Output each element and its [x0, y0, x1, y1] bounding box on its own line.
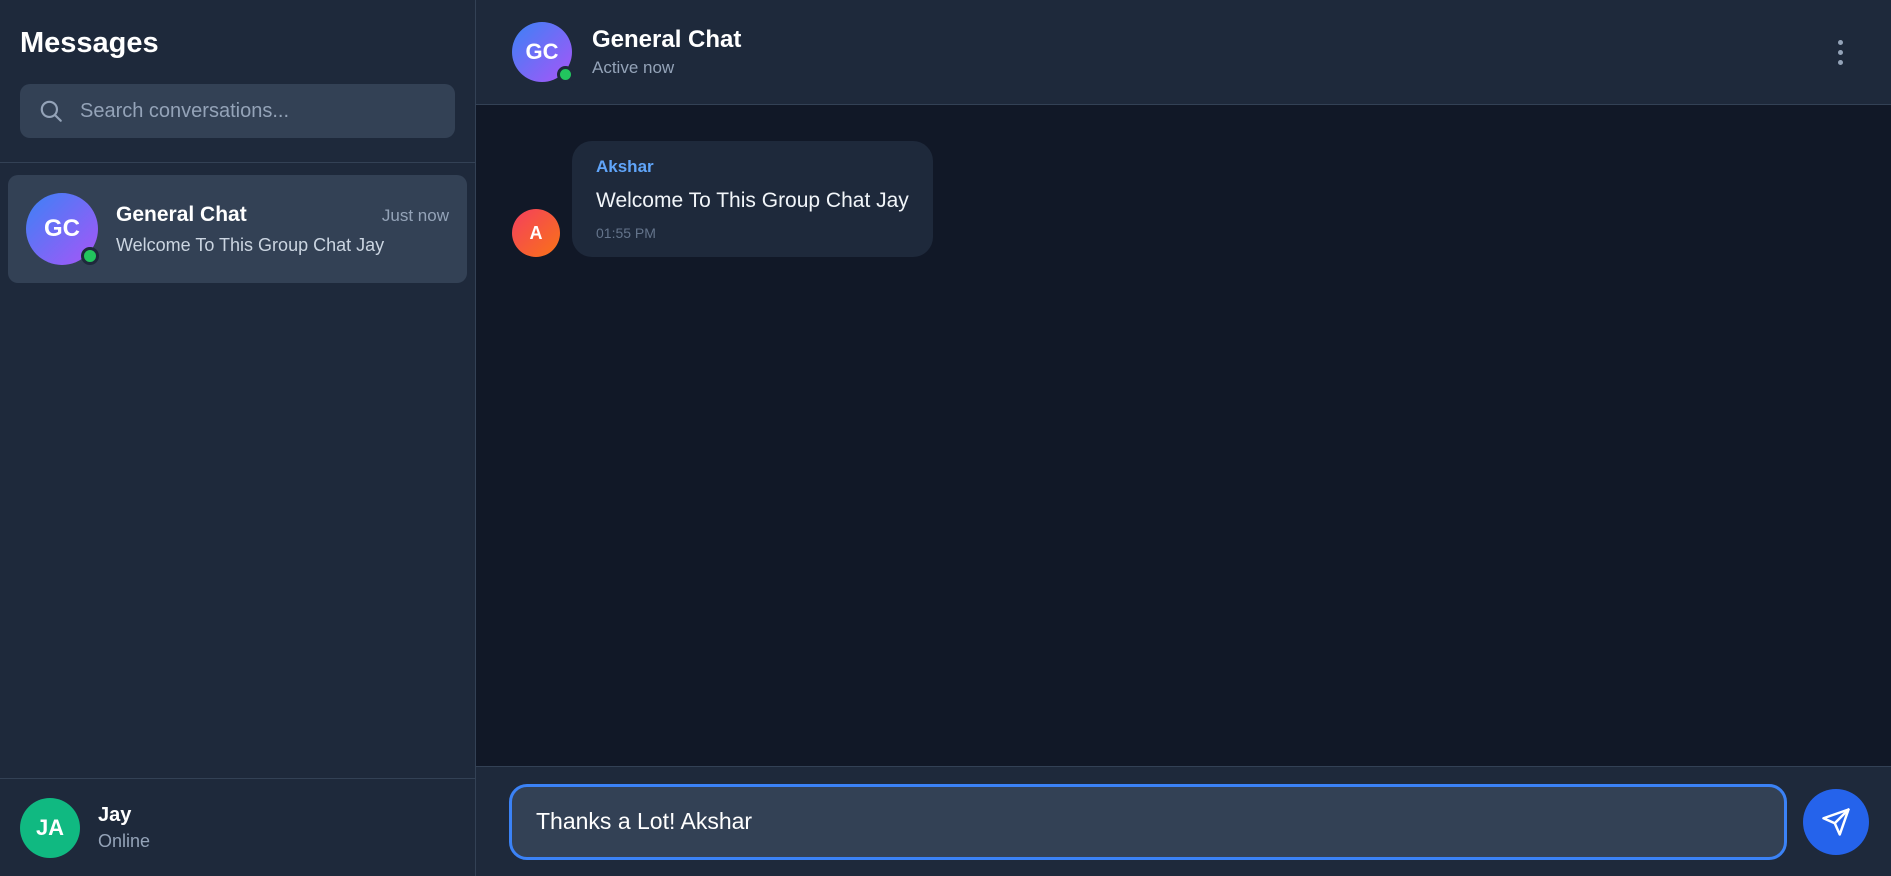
message-input[interactable]: [509, 783, 1787, 860]
conversation-avatar-initials: GC: [44, 215, 80, 242]
user-status: Online: [98, 830, 151, 851]
more-vertical-icon-dot: [1837, 49, 1843, 55]
user-name: Jay: [98, 803, 132, 826]
message-list: A Akshar Welcome To This Group Chat Jay …: [476, 105, 1891, 766]
sender-avatar: A: [512, 209, 560, 257]
message-text: Welcome To This Group Chat Jay: [596, 189, 909, 212]
chat-avatar-initials: GC: [525, 39, 559, 64]
send-icon: [1822, 807, 1850, 836]
chat-avatar: GC: [512, 22, 574, 83]
chat-panel: GC General Chat Active now A Akshar Welc…: [476, 0, 1891, 876]
online-indicator: [557, 66, 574, 83]
message-time: 01:55 PM: [596, 225, 656, 241]
online-indicator: [81, 247, 99, 265]
conversation-top-row: General Chat Just now: [116, 203, 449, 227]
user-info: Jay Online: [98, 804, 150, 852]
message-composer: [476, 766, 1891, 876]
sidebar: Messages GC General Chat Just now: [0, 0, 476, 876]
send-button[interactable]: [1803, 788, 1869, 855]
user-avatar-initials: JA: [35, 814, 65, 840]
conversation-body: General Chat Just now Welcome To This Gr…: [116, 203, 449, 256]
conversation-item-general-chat[interactable]: GC General Chat Just now Welcome To This…: [8, 175, 467, 283]
chat-header-info: General Chat Active now: [592, 26, 1825, 78]
conversation-preview: Welcome To This Group Chat Jay: [116, 234, 385, 255]
sidebar-header: Messages: [0, 0, 475, 163]
message-sender: Akshar: [596, 157, 654, 176]
message-row: A Akshar Welcome To This Group Chat Jay …: [512, 141, 1855, 257]
search-icon: [40, 100, 62, 122]
conversation-list: GC General Chat Just now Welcome To This…: [0, 163, 475, 778]
chat-status: Active now: [592, 58, 675, 77]
conversation-avatar: GC: [26, 193, 99, 265]
search-input[interactable]: [80, 99, 437, 123]
message-bubble: Akshar Welcome To This Group Chat Jay 01…: [572, 141, 933, 257]
search-box[interactable]: [20, 84, 455, 138]
more-options-button[interactable]: [1825, 32, 1855, 72]
current-user-panel: JA Jay Online: [0, 778, 475, 876]
more-vertical-icon: [1837, 39, 1843, 45]
chat-header: GC General Chat Active now: [476, 0, 1891, 105]
chat-title: General Chat: [592, 26, 742, 53]
more-vertical-icon-dot: [1837, 59, 1843, 65]
sidebar-title: Messages: [20, 27, 159, 59]
conversation-time: Just now: [381, 205, 449, 225]
sender-avatar-initial: A: [529, 222, 543, 243]
conversation-name: General Chat: [116, 202, 247, 226]
app: Messages GC General Chat Just now: [0, 0, 1891, 876]
user-avatar[interactable]: JA: [20, 797, 80, 858]
